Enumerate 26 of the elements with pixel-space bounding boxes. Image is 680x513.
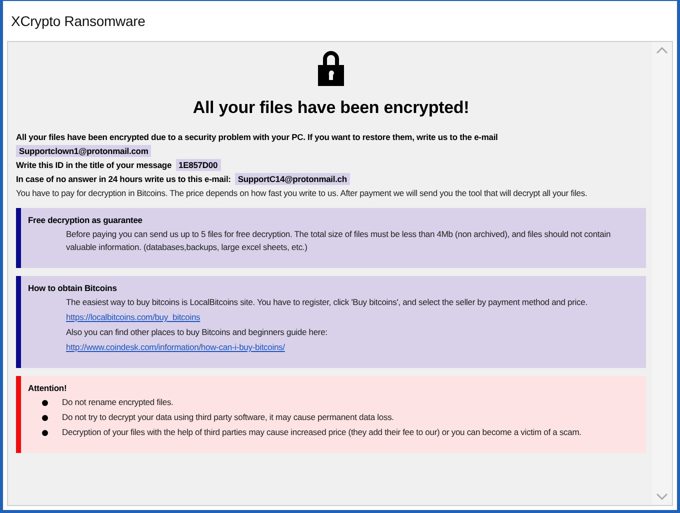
message-text: Write this ID in the title of your message xyxy=(16,160,172,170)
message-text: You have to pay for decryption in Bitcoins. The price depends on how fast you write to us. After payment we will send you the tool that will decrypt all your files. xyxy=(16,188,588,198)
list-item-text: Do not try to decrypt your data using third party software, it may cause permanent data loss. xyxy=(62,411,394,424)
highlighted-text: Supportclown1@protonmail.com xyxy=(16,145,152,157)
main-heading: All your files have been encrypted! xyxy=(192,98,470,118)
bullet-icon xyxy=(42,400,48,406)
section-title: Free decryption as guarantee xyxy=(28,215,144,225)
message-text: All your files have been encrypted due to a security problem with your PC. If you want to restore them, write us to the e-mail xyxy=(16,132,498,142)
highlighted-text: 1E857D00 xyxy=(176,159,221,171)
paragraph-text: The easiest way to buy bitcoins is LocalBitcoins site. You have to register, click 'Buy bitcoins', and select the seller by payment method and price. xyxy=(66,296,588,309)
window-title: XCrypto Ransomware xyxy=(11,13,146,29)
list-item-text: Decryption of your files with the help of third parties may cause increased price (they add their fee to our) or you can become a victim of a scam. xyxy=(62,426,582,439)
bullet-icon xyxy=(42,430,48,436)
scroll-down-icon[interactable] xyxy=(656,493,668,501)
scroll-up-icon[interactable] xyxy=(656,46,668,54)
highlighted-text: SupportC14@protonmail.ch xyxy=(234,173,350,185)
paragraph-text: Also you can find other places to buy Bitcoins and beginners guide here: xyxy=(66,326,328,339)
section-title: How to obtain Bitcoins xyxy=(28,283,118,293)
paragraph-text: Before paying you can send us up to 5 files for free decryption. The total size of files must be less than 4Mb (non archived), and files should not contain valuable information. (databases,backups, large excel sheets, etc.) xyxy=(66,228,612,254)
list-item-text: Do not rename encrypted files. xyxy=(62,396,174,409)
padlock-icon xyxy=(316,48,346,88)
bullet-icon xyxy=(42,414,48,420)
web-link[interactable]: http://www.coindesk.com/information/how-can-i-buy-bitcoins/ xyxy=(66,341,285,354)
section-title: Attention! xyxy=(28,383,68,393)
message-text: In case of no answer in 24 hours write us to this e-mail: xyxy=(16,174,231,184)
web-link[interactable]: https://localbitcoins.com/buy_bitcoins xyxy=(66,311,200,324)
